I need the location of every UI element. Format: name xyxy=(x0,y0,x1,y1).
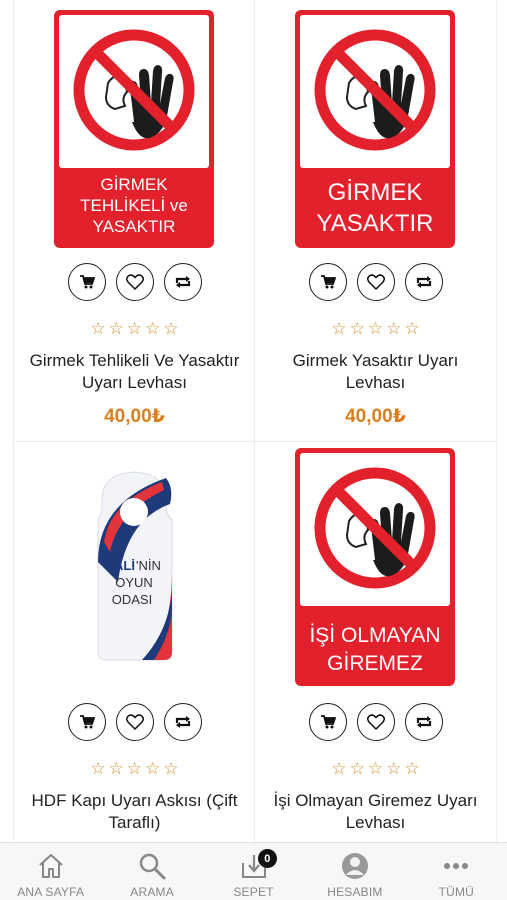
cart-count-badge: 0 xyxy=(257,849,277,868)
add-to-favorites-button[interactable] xyxy=(115,703,154,741)
product-price: 40,00₺ xyxy=(345,406,406,427)
cart-icon xyxy=(320,715,336,729)
compare-button[interactable] xyxy=(163,263,202,301)
cart-icon xyxy=(320,275,336,289)
star-icon: ☆ xyxy=(349,319,365,339)
nav-item-search[interactable]: ARAMA xyxy=(101,843,202,900)
cart-icon xyxy=(79,715,95,729)
cart-icon xyxy=(79,275,95,289)
star-icon: ☆ xyxy=(163,759,179,779)
star-icon: ☆ xyxy=(108,319,124,339)
compare-icon xyxy=(175,716,190,728)
hanger-text: 'NİN xyxy=(136,558,161,573)
product-image[interactable]: ALİ 'NİN OYUN ODASI xyxy=(14,442,255,697)
heart-icon xyxy=(125,714,144,730)
star-icon: ☆ xyxy=(404,759,420,779)
star-icon: ☆ xyxy=(145,319,161,339)
add-to-cart-button[interactable] xyxy=(67,263,106,301)
sign-text: GİRMEK xyxy=(100,175,168,194)
grid-divider xyxy=(496,0,497,842)
sign-text: YASAKTIR xyxy=(93,217,176,236)
star-icon: ☆ xyxy=(331,759,347,779)
star-icon: ☆ xyxy=(145,759,161,779)
hanger-text: OYUN xyxy=(115,575,153,590)
star-icon: ☆ xyxy=(404,319,420,339)
product-actions xyxy=(14,263,255,301)
nav-label: ARAMA xyxy=(130,885,174,899)
add-to-favorites-button[interactable] xyxy=(356,703,395,741)
star-icon: ☆ xyxy=(367,759,384,779)
star-icon: ☆ xyxy=(90,759,106,779)
nav-item-all[interactable]: TÜMÜ xyxy=(406,843,507,900)
star-icon: ☆ xyxy=(386,319,402,339)
nav-label: ANA SAYFA xyxy=(17,885,85,899)
nav-item-home[interactable]: ANA SAYFA xyxy=(0,843,101,900)
add-to-favorites-button[interactable] xyxy=(115,263,154,301)
compare-button[interactable] xyxy=(404,263,443,301)
product-image[interactable]: GİRMEK YASAKTIR xyxy=(255,0,496,255)
add-to-favorites-button[interactable] xyxy=(356,263,395,301)
home-icon xyxy=(39,854,63,878)
hanger-text: ODASI xyxy=(112,592,152,607)
sign-text: TEHLİKELİ ve xyxy=(80,196,188,215)
add-to-cart-button[interactable] xyxy=(67,703,106,741)
star-icon: ☆ xyxy=(90,319,106,339)
heart-icon xyxy=(366,714,385,730)
product-card[interactable]: GİRMEK TEHLİKELİ ve YASAKTIR ☆ ☆ ☆ ☆ ☆ G… xyxy=(14,0,255,442)
nav-label: SEPET xyxy=(233,885,274,899)
rating-stars: ☆ ☆ ☆ ☆ ☆ xyxy=(14,321,255,338)
product-card[interactable]: GİRMEK YASAKTIR ☆ ☆ ☆ ☆ ☆ Girmek Yasaktı… xyxy=(255,0,496,442)
star-icon: ☆ xyxy=(367,319,384,339)
product-card[interactable]: İŞİ OLMAYAN GİREMEZ ☆ ☆ ☆ ☆ ☆ İşi Olmaya… xyxy=(255,442,496,842)
sign-text: GİRMEK xyxy=(328,179,423,206)
star-icon: ☆ xyxy=(126,759,143,779)
sign-text: İŞİ OLMAYAN xyxy=(309,624,440,647)
sign-text: GİREMEZ xyxy=(327,652,423,675)
bottom-nav: ANA SAYFA ARAMA 0 SEPET HESABIM TÜMÜ xyxy=(0,842,507,900)
add-to-cart-button[interactable] xyxy=(308,703,347,741)
product-name[interactable]: İşi Olmayan Giremez Uyarı Levhası xyxy=(261,790,490,834)
star-icon: ☆ xyxy=(386,759,402,779)
rating-stars: ☆ ☆ ☆ ☆ ☆ xyxy=(255,761,496,778)
product-name[interactable]: HDF Kapı Uyarı Askısı (Çift Taraflı) xyxy=(20,790,249,834)
star-icon: ☆ xyxy=(126,319,143,339)
product-actions xyxy=(14,703,255,741)
nav-item-account[interactable]: HESABIM xyxy=(304,843,405,900)
add-to-cart-button[interactable] xyxy=(308,263,347,301)
product-actions xyxy=(255,263,496,301)
star-icon: ☆ xyxy=(349,759,365,779)
sign-text: YASAKTIR xyxy=(317,210,434,237)
product-image[interactable]: İŞİ OLMAYAN GİREMEZ xyxy=(255,442,496,697)
rating-stars: ☆ ☆ ☆ ☆ ☆ xyxy=(255,321,496,338)
compare-icon xyxy=(175,276,190,288)
nav-item-cart[interactable]: 0 SEPET xyxy=(203,843,304,900)
compare-button[interactable] xyxy=(163,703,202,741)
star-icon: ☆ xyxy=(108,759,124,779)
compare-button[interactable] xyxy=(404,703,443,741)
nav-label: HESABIM xyxy=(327,885,383,899)
product-image[interactable]: GİRMEK TEHLİKELİ ve YASAKTIR xyxy=(14,0,255,255)
product-actions xyxy=(255,703,496,741)
heart-icon xyxy=(125,274,144,290)
product-card[interactable]: ALİ 'NİN OYUN ODASI ☆ ☆ ☆ ☆ ☆ HDF Kapı U… xyxy=(14,442,255,842)
hanger-text: ALİ xyxy=(114,558,135,573)
star-icon: ☆ xyxy=(331,319,347,339)
rating-stars: ☆ ☆ ☆ ☆ ☆ xyxy=(14,761,255,778)
product-grid: GİRMEK TEHLİKELİ ve YASAKTIR ☆ ☆ ☆ ☆ ☆ G… xyxy=(0,0,507,842)
nav-label: TÜMÜ xyxy=(438,885,475,899)
compare-icon xyxy=(416,716,431,728)
heart-icon xyxy=(366,274,385,290)
search-icon xyxy=(139,853,166,880)
user-icon xyxy=(341,853,368,879)
more-icon xyxy=(444,863,469,869)
product-name[interactable]: Girmek Yasaktır Uyarı Levhası xyxy=(261,350,490,394)
product-name[interactable]: Girmek Tehlikeli Ve Yasaktır Uyarı Levha… xyxy=(20,350,249,394)
product-price: 40,00₺ xyxy=(104,406,165,427)
star-icon: ☆ xyxy=(163,319,179,339)
compare-icon xyxy=(416,276,431,288)
